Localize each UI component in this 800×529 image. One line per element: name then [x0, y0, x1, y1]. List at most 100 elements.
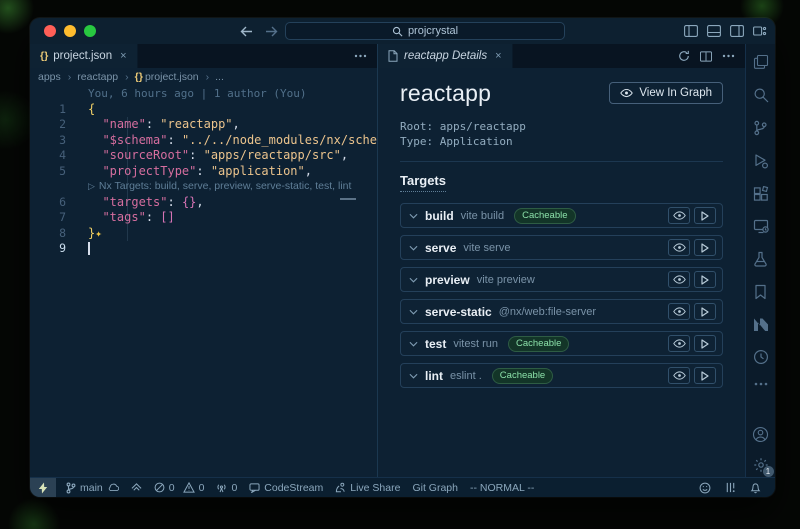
project-type: Type: Application: [400, 134, 723, 149]
breadcrumb-item[interactable]: apps: [38, 71, 75, 83]
nx-targets-codelens[interactable]: ▷Nx Targets: build, serve, preview, serv…: [30, 179, 377, 195]
codestream-button[interactable]: CodeStream: [243, 478, 329, 497]
cacheable-badge: Cacheable: [508, 336, 569, 352]
ports-indicator[interactable]: 0: [210, 478, 243, 497]
target-row-lint[interactable]: linteslint .Cacheable: [400, 363, 723, 388]
target-row-serve-static[interactable]: serve-static@nx/web:file-server: [400, 299, 723, 324]
target-row-serve[interactable]: servevite serve: [400, 235, 723, 260]
screencast-mode-icon[interactable]: [719, 482, 742, 493]
feedback-smiley-icon[interactable]: [693, 482, 717, 494]
code-line: 4 "sourceRoot": "apps/reactapp/src",: [30, 148, 377, 164]
chevron-down-icon[interactable]: [409, 309, 418, 315]
tab-label: reactapp Details: [404, 50, 487, 62]
run-target-icon[interactable]: [694, 271, 716, 288]
search-icon: [392, 26, 403, 37]
tab-project-json[interactable]: { } project.json ×: [30, 44, 138, 68]
line-number: 4: [30, 148, 88, 164]
beaker-icon[interactable]: [753, 251, 768, 267]
chevron-down-icon[interactable]: [409, 245, 418, 251]
target-name: lint: [425, 369, 443, 383]
close-tab-icon[interactable]: ×: [495, 50, 501, 62]
run-target-icon[interactable]: [694, 367, 716, 384]
chevron-down-icon[interactable]: [409, 277, 418, 283]
run-target-icon[interactable]: [694, 335, 716, 352]
gitlens-status-icon[interactable]: [125, 478, 148, 497]
notifications-bell-icon[interactable]: [744, 482, 767, 494]
run-target-icon[interactable]: [694, 207, 716, 224]
navigate-forward-icon[interactable]: [265, 26, 278, 37]
run-icon[interactable]: [753, 153, 769, 169]
warning-count: 0: [199, 482, 205, 494]
problems-indicator[interactable]: 0 0: [148, 478, 211, 497]
chevron-down-icon[interactable]: [409, 213, 418, 219]
tab-reactapp-details[interactable]: reactapp Details ×: [378, 44, 513, 68]
live-share-button[interactable]: Live Share: [329, 478, 406, 497]
breadcrumb-item[interactable]: reactapp: [77, 71, 132, 83]
git-graph-button[interactable]: Git Graph: [406, 478, 464, 497]
close-window-button[interactable]: [44, 25, 56, 37]
view-target-icon[interactable]: [668, 207, 690, 224]
panel-divider: [400, 161, 723, 162]
live-share-label: Live Share: [350, 482, 400, 494]
line-number: [30, 179, 88, 195]
run-target-icon[interactable]: [694, 239, 716, 256]
remote-icon[interactable]: [753, 219, 769, 234]
vim-mode-indicator[interactable]: -- NORMAL --: [464, 478, 540, 497]
more-actions-icon[interactable]: [354, 54, 367, 58]
view-in-graph-button[interactable]: View In Graph: [609, 82, 723, 104]
navigate-back-icon[interactable]: [240, 26, 253, 37]
more-actions-icon[interactable]: [722, 54, 735, 58]
refresh-icon[interactable]: [678, 50, 690, 62]
target-row-build[interactable]: buildvite buildCacheable: [400, 203, 723, 228]
command-center-search[interactable]: projcrystal: [285, 22, 565, 40]
git-branch-icon[interactable]: [753, 120, 768, 136]
toggle-sidebar-icon[interactable]: [684, 25, 698, 37]
target-row-preview[interactable]: previewvite preview: [400, 267, 723, 292]
extensions-icon[interactable]: [753, 186, 769, 202]
account-icon[interactable]: [752, 426, 769, 443]
search-icon[interactable]: [753, 87, 769, 103]
editor-group-right: reactapp Details × react: [378, 44, 745, 477]
breadcrumb-item[interactable]: { }project.json: [135, 71, 213, 83]
bookmark-icon[interactable]: [754, 284, 767, 300]
toggle-secondary-sidebar-icon[interactable]: [730, 25, 744, 37]
code-editor[interactable]: You, 6 hours ago | 1 author (You)1{2 "na…: [30, 86, 377, 477]
codestream-label: CodeStream: [264, 482, 323, 494]
chevron-down-icon[interactable]: [409, 341, 418, 347]
run-target-icon[interactable]: [694, 303, 716, 320]
target-name: test: [425, 337, 446, 351]
error-icon: [154, 482, 165, 493]
code-line: 6 "targets": {},: [30, 195, 377, 211]
split-editor-icon[interactable]: [700, 51, 712, 62]
chevron-down-icon[interactable]: [409, 373, 418, 379]
tab-label: project.json: [53, 50, 112, 62]
code-line: 7 "tags": []: [30, 210, 377, 226]
view-target-icon[interactable]: [668, 239, 690, 256]
files-icon[interactable]: [753, 54, 769, 70]
view-target-icon[interactable]: [668, 271, 690, 288]
gitlens-icon[interactable]: [753, 349, 769, 365]
customize-layout-icon[interactable]: [753, 25, 767, 37]
line-number: 7: [30, 210, 88, 226]
ellipsis-icon[interactable]: [754, 382, 768, 386]
line-number: [30, 86, 88, 102]
traffic-lights: [44, 25, 96, 37]
project-title: reactapp: [400, 80, 491, 107]
nx-icon[interactable]: [753, 317, 769, 332]
close-tab-icon[interactable]: ×: [120, 50, 126, 62]
eye-icon: [620, 88, 633, 98]
view-target-icon[interactable]: [668, 367, 690, 384]
settings-gear-icon[interactable]: 1: [753, 457, 769, 473]
remote-indicator[interactable]: [30, 478, 56, 497]
minimize-window-button[interactable]: [64, 25, 76, 37]
target-row-test[interactable]: testvitest runCacheable: [400, 331, 723, 356]
git-branch-indicator[interactable]: main: [60, 478, 125, 497]
toggle-panel-icon[interactable]: [707, 25, 721, 37]
view-target-icon[interactable]: [668, 335, 690, 352]
sparkle-suggestion-icon: ✦: [95, 227, 102, 240]
maximize-window-button[interactable]: [84, 25, 96, 37]
view-target-icon[interactable]: [668, 303, 690, 320]
vscode-window: projcrystal { } project.json: [30, 18, 775, 497]
breadcrumb-item[interactable]: ...: [215, 71, 224, 83]
breadcrumb: appsreactapp{ }project.json...: [30, 68, 377, 86]
